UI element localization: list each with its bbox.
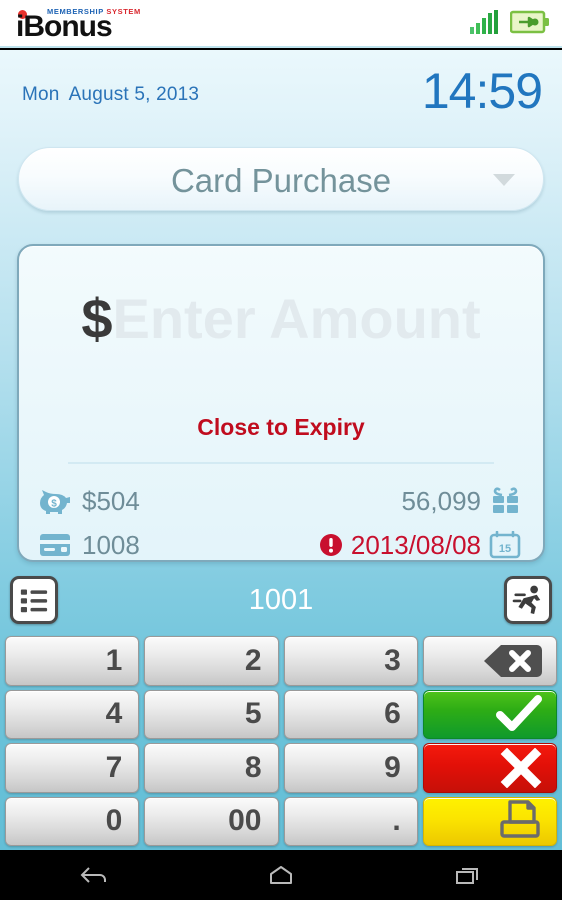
key-1[interactable]: 1 — [5, 636, 140, 686]
key-cancel[interactable] — [422, 743, 557, 793]
current-time: 14:59 — [421, 63, 543, 119]
backspace-icon — [482, 642, 556, 680]
member-id-display: 1001 — [248, 584, 314, 616]
numeric-keypad: 1 2 3 4 5 6 7 8 9 0 00 . — [0, 632, 562, 850]
svg-text:$: $ — [51, 499, 57, 510]
key-9[interactable]: 9 — [283, 743, 418, 793]
key-decimal-point[interactable]: . — [283, 796, 418, 846]
key-decimal-point-label: . — [392, 804, 401, 838]
running-person-icon — [512, 585, 541, 614]
card-divider — [68, 462, 494, 464]
gift-icon — [493, 487, 518, 513]
phone-screen: MEMBERSHIP SYSTEM iBonus Mon August 5, 20… — [0, 0, 562, 900]
expiry-date-value: 2013/08/08 — [350, 529, 481, 560]
calendar-day-number: 15 — [499, 543, 511, 555]
printer-icon — [498, 800, 556, 842]
key-7-label: 7 — [105, 750, 123, 784]
expiry-group: 2013/08/08 15 — [319, 530, 523, 561]
checkmark-icon — [496, 694, 556, 734]
key-2[interactable]: 2 — [144, 636, 279, 686]
amount-input-row[interactable]: $ Enter Amount — [19, 284, 543, 354]
key-6[interactable]: 6 — [283, 689, 418, 739]
card-info-block: $ $504 56,099 1008 2013/08/08 15 — [39, 482, 523, 561]
key-5[interactable]: 5 — [144, 689, 279, 739]
cross-icon — [500, 747, 556, 788]
key-7[interactable]: 7 — [5, 743, 140, 793]
transaction-type-label: Card Purchase — [170, 162, 392, 199]
app-status-bar: MEMBERSHIP SYSTEM iBonus — [0, 0, 562, 48]
exclamation-circle-icon — [319, 534, 342, 556]
key-1-label: 1 — [105, 643, 123, 677]
key-0[interactable]: 0 — [5, 796, 140, 846]
quick-exit-button[interactable] — [504, 576, 552, 624]
key-4-label: 4 — [105, 697, 123, 731]
key-confirm[interactable] — [422, 689, 557, 739]
main-page: Mon August 5, 2013 14:59 Card Purchase $ … — [0, 50, 562, 850]
key-8[interactable]: 8 — [144, 743, 279, 793]
key-double-zero-label: 00 — [228, 804, 262, 838]
currency-symbol: $ — [81, 287, 113, 350]
points-group: 56,099 — [401, 486, 523, 517]
nav-back-button[interactable] — [54, 858, 134, 892]
date-time-row: Mon August 5, 2013 14:59 — [0, 58, 562, 124]
calendar-icon: 15 — [489, 531, 521, 559]
recent-apps-icon — [456, 868, 479, 884]
back-arrow-icon — [80, 867, 106, 883]
transaction-type-dropdown[interactable]: Card Purchase — [18, 147, 544, 211]
battery-charging-icon — [510, 10, 549, 34]
ibonus-logo: MEMBERSHIP SYSTEM iBonus — [16, 6, 140, 43]
key-backspace[interactable] — [422, 636, 557, 686]
credit-card-icon — [40, 534, 70, 556]
transaction-card-panel: $ Enter Amount Close to Expiry $ $504 56… — [17, 244, 545, 562]
key-0-label: 0 — [105, 804, 123, 838]
android-navigation-bar — [0, 850, 562, 900]
key-3[interactable]: 3 — [283, 636, 418, 686]
member-bar: 1001 — [0, 572, 562, 630]
status-icon-tray — [470, 10, 550, 34]
stored-value-amount: $504 — [82, 485, 140, 516]
nav-recents-button[interactable] — [428, 858, 508, 892]
key-3-label: 3 — [384, 643, 401, 677]
nav-home-button[interactable] — [241, 858, 321, 892]
amount-input[interactable]: Enter Amount — [113, 291, 481, 347]
key-6-label: 6 — [384, 697, 401, 731]
key-9-label: 9 — [384, 750, 401, 784]
day-of-week: Mon — [22, 84, 60, 105]
key-8-label: 8 — [244, 750, 262, 784]
date-text: August 5, 2013 — [68, 84, 200, 105]
home-icon — [269, 866, 292, 884]
current-date: Mon August 5, 2013 — [22, 84, 199, 106]
info-row-value-points: $ $504 56,099 — [39, 482, 523, 520]
piggy-bank-icon: $ — [40, 490, 70, 514]
info-row-card-expiry: 1008 2013/08/08 15 — [39, 526, 523, 561]
points-value: 56,099 — [401, 485, 481, 516]
key-2-label: 2 — [244, 643, 262, 677]
logo-wordmark: iBonus — [16, 10, 113, 43]
key-5-label: 5 — [244, 697, 262, 731]
signal-bars-icon — [470, 10, 498, 34]
card-number-value: 1008 — [82, 529, 140, 560]
key-double-zero[interactable]: 00 — [144, 796, 279, 846]
expiry-warning-text: Close to Expiry — [197, 414, 365, 440]
chevron-down-icon — [493, 174, 515, 186]
key-4[interactable]: 4 — [5, 689, 140, 739]
key-print[interactable] — [422, 796, 557, 846]
